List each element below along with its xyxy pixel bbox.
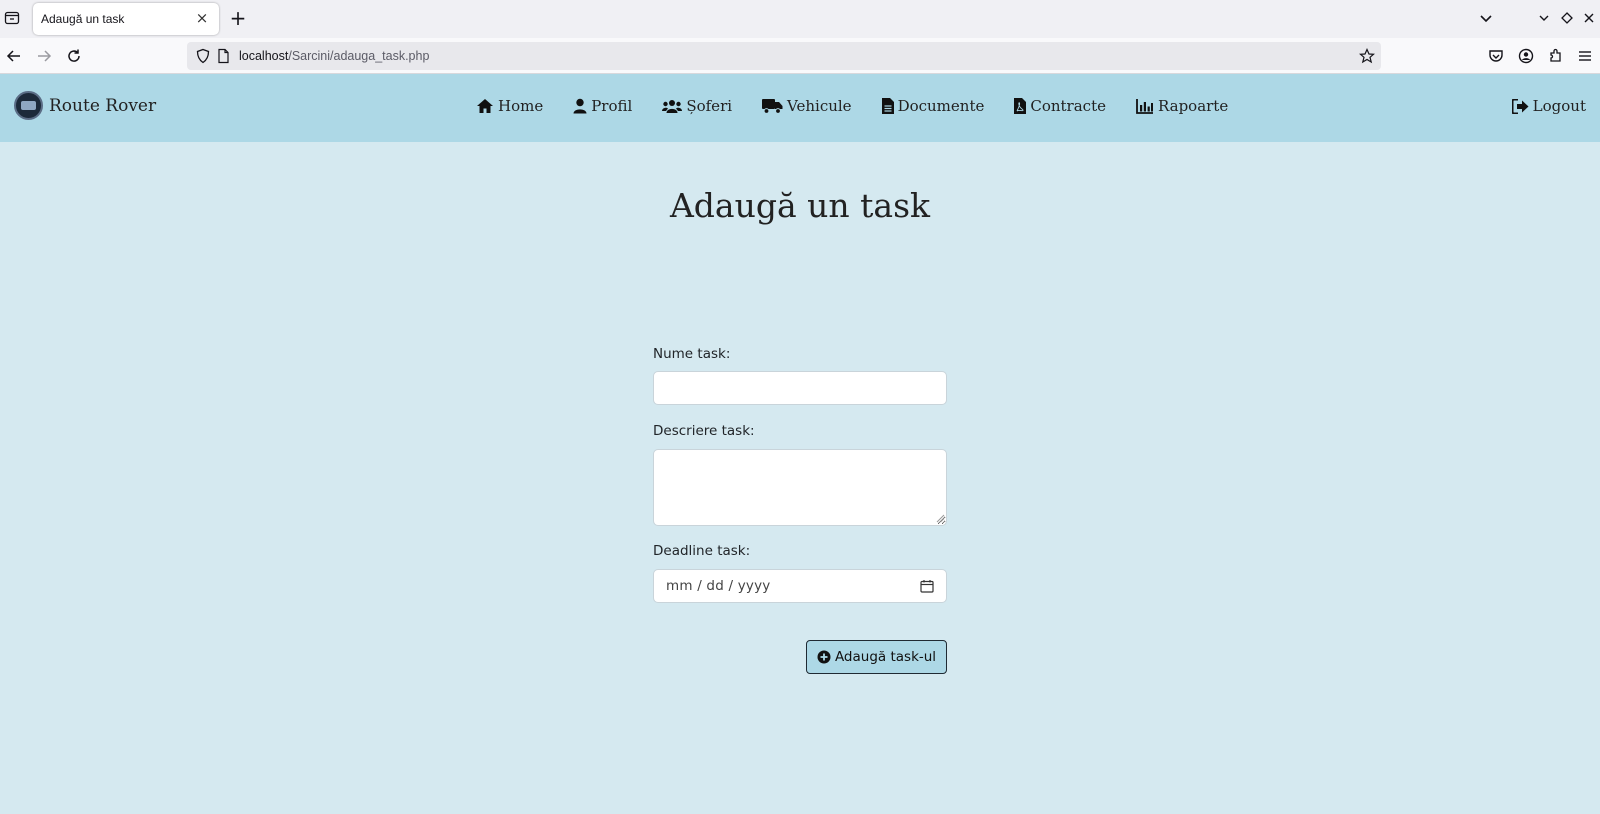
page-title: Adaugă un task: [669, 186, 931, 225]
submit-label: Adaugă task-ul: [834, 649, 937, 665]
tracking-shield-icon[interactable]: [195, 48, 211, 64]
close-window-icon[interactable]: [1580, 9, 1598, 27]
task-description-textarea[interactable]: [653, 449, 947, 526]
nav-label-contracte: Contracte: [1030, 97, 1106, 115]
minimize-icon[interactable]: [1535, 9, 1553, 27]
bookmark-star-icon[interactable]: [1359, 48, 1375, 64]
nav-label-home: Home: [498, 97, 544, 115]
nav-label-soferi: Șoferi: [686, 97, 733, 115]
url-host: localhost: [239, 49, 289, 63]
pdf-file-icon: [1014, 98, 1027, 114]
maximize-icon[interactable]: [1558, 9, 1576, 27]
brand-logo-icon: [14, 91, 43, 120]
forward-arrow-icon[interactable]: [35, 47, 53, 65]
nav-item-contracte[interactable]: Contracte: [1014, 97, 1106, 115]
brand-name: Route Rover: [49, 95, 157, 116]
extensions-icon[interactable]: [1547, 47, 1565, 65]
nav-item-profil[interactable]: Profil: [573, 97, 632, 115]
home-icon: [477, 99, 493, 113]
nav-item-vehicule[interactable]: Vehicule: [762, 97, 852, 115]
task-name-label: Nume task:: [653, 346, 731, 362]
nav-label-profil: Profil: [591, 97, 633, 115]
logout-label: Logout: [1532, 97, 1586, 115]
reload-icon[interactable]: [65, 47, 83, 65]
truck-icon: [762, 99, 783, 114]
nav-item-documente[interactable]: Documente: [881, 97, 985, 115]
nav-item-soferi[interactable]: Șoferi: [662, 97, 732, 115]
task-deadline-label: Deadline task:: [653, 543, 751, 559]
browser-tab-bar: Adaugă un task × +: [0, 0, 1600, 38]
tab-list-icon[interactable]: [4, 10, 20, 26]
date-placeholder: mm / dd / yyyy: [666, 578, 771, 594]
page-info-icon[interactable]: [215, 48, 231, 64]
list-all-tabs-icon[interactable]: [1477, 9, 1495, 27]
site-header: Route Rover Home Profil Șoferi Vehicule …: [0, 74, 1600, 142]
url-path: /Sarcini/adauga_task.php: [288, 49, 430, 63]
back-arrow-icon[interactable]: [5, 47, 23, 65]
logout-link[interactable]: Logout: [1511, 97, 1586, 115]
app-menu-icon[interactable]: [1576, 47, 1594, 65]
nav-label-documente: Documente: [897, 97, 985, 115]
add-task-submit-button[interactable]: Adaugă task-ul: [806, 640, 947, 674]
brand-link[interactable]: Route Rover: [14, 91, 156, 120]
nav-label-vehicule: Vehicule: [787, 97, 852, 115]
task-name-input[interactable]: [653, 371, 947, 405]
browser-tab-active[interactable]: Adaugă un task ×: [33, 3, 219, 35]
task-description-label: Descriere task:: [653, 423, 755, 439]
main-nav: Home Profil Șoferi Vehicule Documente Co…: [476, 97, 1258, 115]
task-deadline-date-input[interactable]: mm / dd / yyyy: [653, 569, 947, 603]
address-bar[interactable]: localhost/Sarcini/adauga_task.php: [187, 42, 1381, 70]
nav-item-rapoarte[interactable]: Rapoarte: [1136, 97, 1228, 115]
browser-toolbar: localhost/Sarcini/adauga_task.php: [0, 38, 1600, 74]
pocket-icon[interactable]: [1487, 47, 1505, 65]
new-tab-button[interactable]: +: [228, 8, 248, 28]
bar-chart-icon: [1136, 98, 1153, 114]
plus-circle-icon: [817, 650, 831, 664]
users-icon: [662, 99, 683, 113]
nav-item-home[interactable]: Home: [476, 97, 543, 115]
tab-title: Adaugă un task: [41, 12, 125, 26]
tab-close-icon[interactable]: ×: [193, 9, 211, 27]
account-icon[interactable]: [1517, 47, 1535, 65]
document-icon: [881, 98, 894, 114]
nav-label-rapoarte: Rapoarte: [1157, 97, 1229, 115]
resize-grip-icon[interactable]: [936, 514, 945, 523]
user-icon: [573, 98, 587, 114]
sign-out-icon: [1511, 98, 1529, 114]
calendar-icon[interactable]: [920, 579, 934, 593]
url-text: localhost/Sarcini/adauga_task.php: [239, 49, 429, 63]
